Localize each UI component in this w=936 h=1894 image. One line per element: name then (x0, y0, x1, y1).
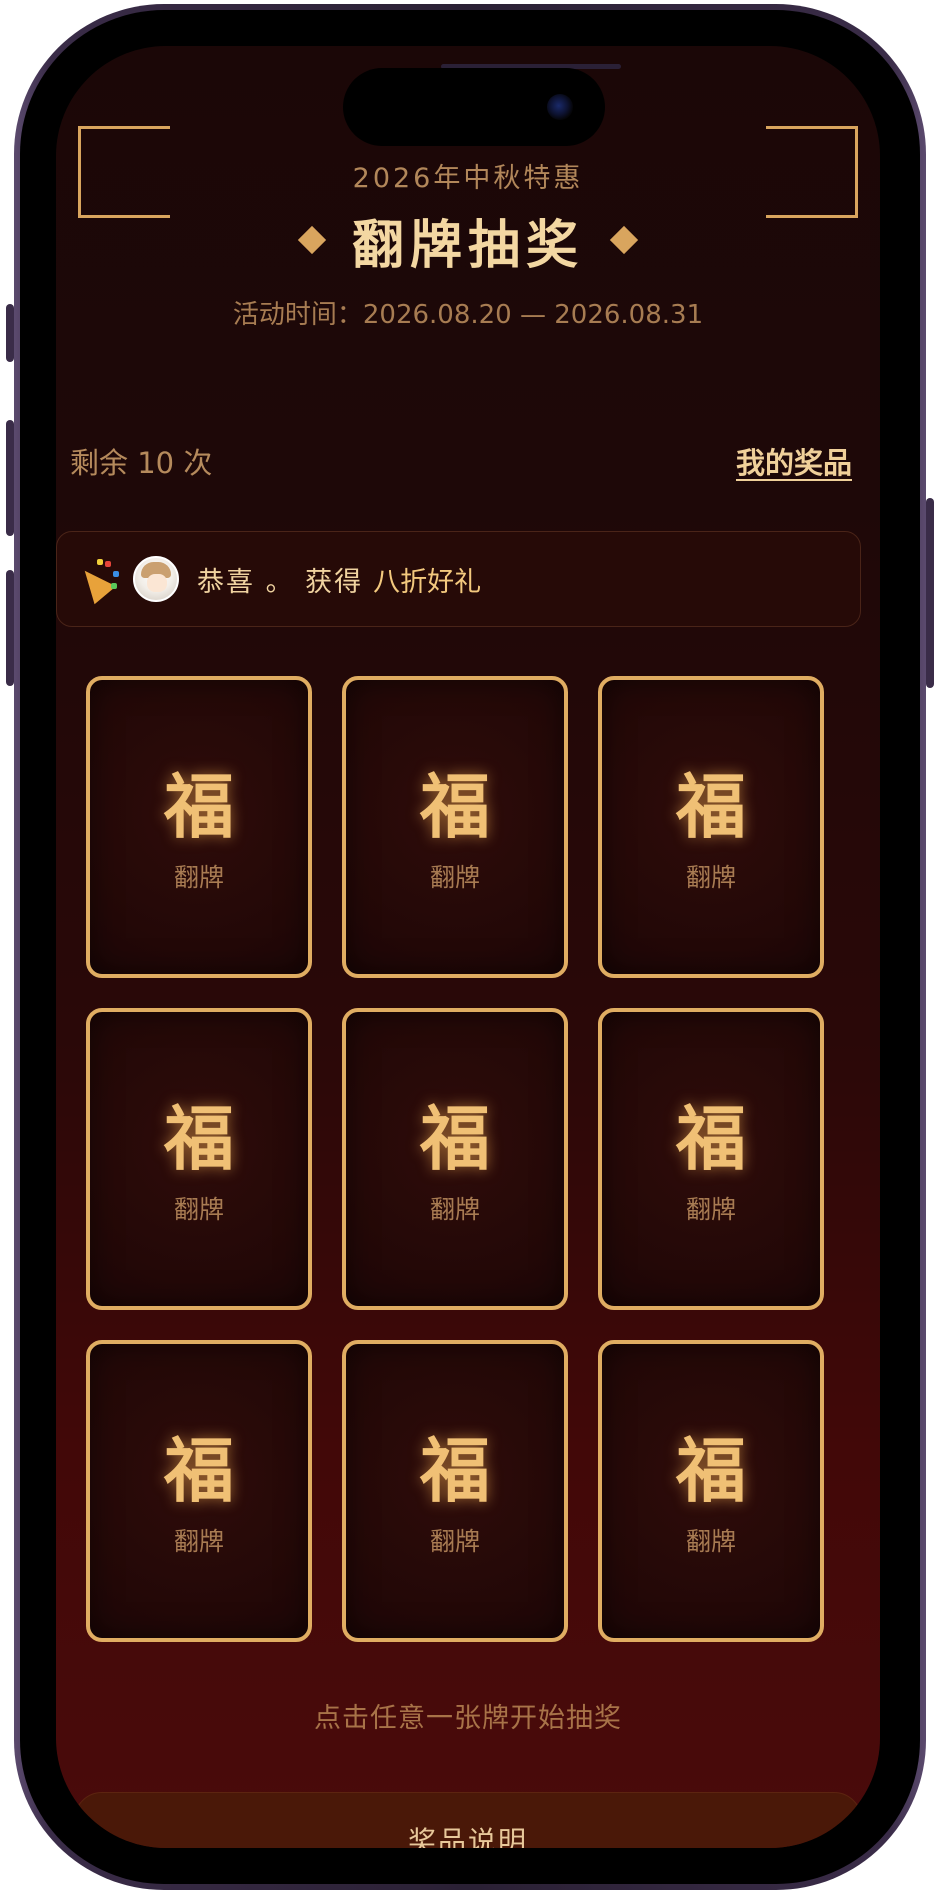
my-prizes-link[interactable]: 我的奖品 (736, 440, 852, 482)
card-label: 翻牌 (429, 1526, 480, 1556)
flip-card[interactable]: 福 翻牌 (86, 1340, 312, 1642)
draw-hint: 点击任意一张牌开始抽奖 (314, 1703, 622, 1734)
card-grid: 福 翻牌 福 翻牌 福 翻牌 福 翻牌 福 翻牌 福 翻牌 福 翻牌 福 翻牌 (86, 676, 824, 1642)
volume-down-button (6, 570, 14, 686)
marquee-prize: 八折好礼 (373, 566, 482, 598)
card-glyph: 福 (164, 1428, 234, 1512)
flip-card[interactable]: 福 翻牌 (598, 1340, 824, 1642)
flip-card[interactable]: 福 翻牌 (86, 1008, 312, 1310)
flip-card[interactable]: 福 翻牌 (86, 676, 312, 978)
action-button (6, 304, 14, 362)
event-period: 活动时间：2026.08.20 — 2026.08.31 (232, 300, 704, 330)
flip-card[interactable]: 福 翻牌 (342, 1340, 568, 1642)
marquee-message: 恭喜 。 获得 (197, 566, 364, 598)
card-label: 翻牌 (685, 862, 736, 892)
card-label: 翻牌 (685, 1194, 736, 1224)
volume-up-button (6, 420, 14, 536)
card-glyph: 福 (676, 764, 746, 848)
card-label: 翻牌 (173, 1194, 224, 1224)
card-glyph: 福 (420, 1428, 490, 1512)
card-label: 翻牌 (429, 1194, 480, 1224)
flip-card[interactable]: 福 翻牌 (342, 1008, 568, 1310)
screen: 2026年中秋特惠 翻牌抽奖 活动时间：2026.08.20 — 2026.08… (56, 46, 880, 1848)
flip-card[interactable]: 福 翻牌 (598, 676, 824, 978)
card-label: 翻牌 (173, 1526, 224, 1556)
flip-card[interactable]: 福 翻牌 (342, 676, 568, 978)
avatar (133, 556, 179, 602)
party-popper-icon (73, 559, 119, 605)
event-subtitle: 2026年中秋特惠 (352, 163, 584, 194)
diamond-icon (609, 225, 639, 255)
card-glyph: 福 (164, 1096, 234, 1180)
card-glyph: 福 (420, 1096, 490, 1180)
card-glyph: 福 (676, 1096, 746, 1180)
card-glyph: 福 (420, 764, 490, 848)
title-row: 翻牌抽奖 (56, 204, 880, 276)
flip-card[interactable]: 福 翻牌 (598, 1008, 824, 1310)
card-glyph: 福 (164, 764, 234, 848)
power-button (926, 498, 934, 688)
diamond-icon (297, 225, 327, 255)
remaining-draws: 剩余 10 次 (70, 446, 213, 480)
winner-marquee: 恭喜 。 获得 八折好礼 (56, 531, 861, 627)
prize-explain-title: 奖品说明 (407, 1825, 528, 1848)
card-glyph: 福 (676, 1428, 746, 1512)
camera-icon (547, 94, 573, 120)
card-label: 翻牌 (429, 862, 480, 892)
page-title: 翻牌抽奖 (351, 215, 584, 276)
dynamic-island (343, 68, 605, 146)
card-label: 翻牌 (685, 1526, 736, 1556)
card-label: 翻牌 (173, 862, 224, 892)
